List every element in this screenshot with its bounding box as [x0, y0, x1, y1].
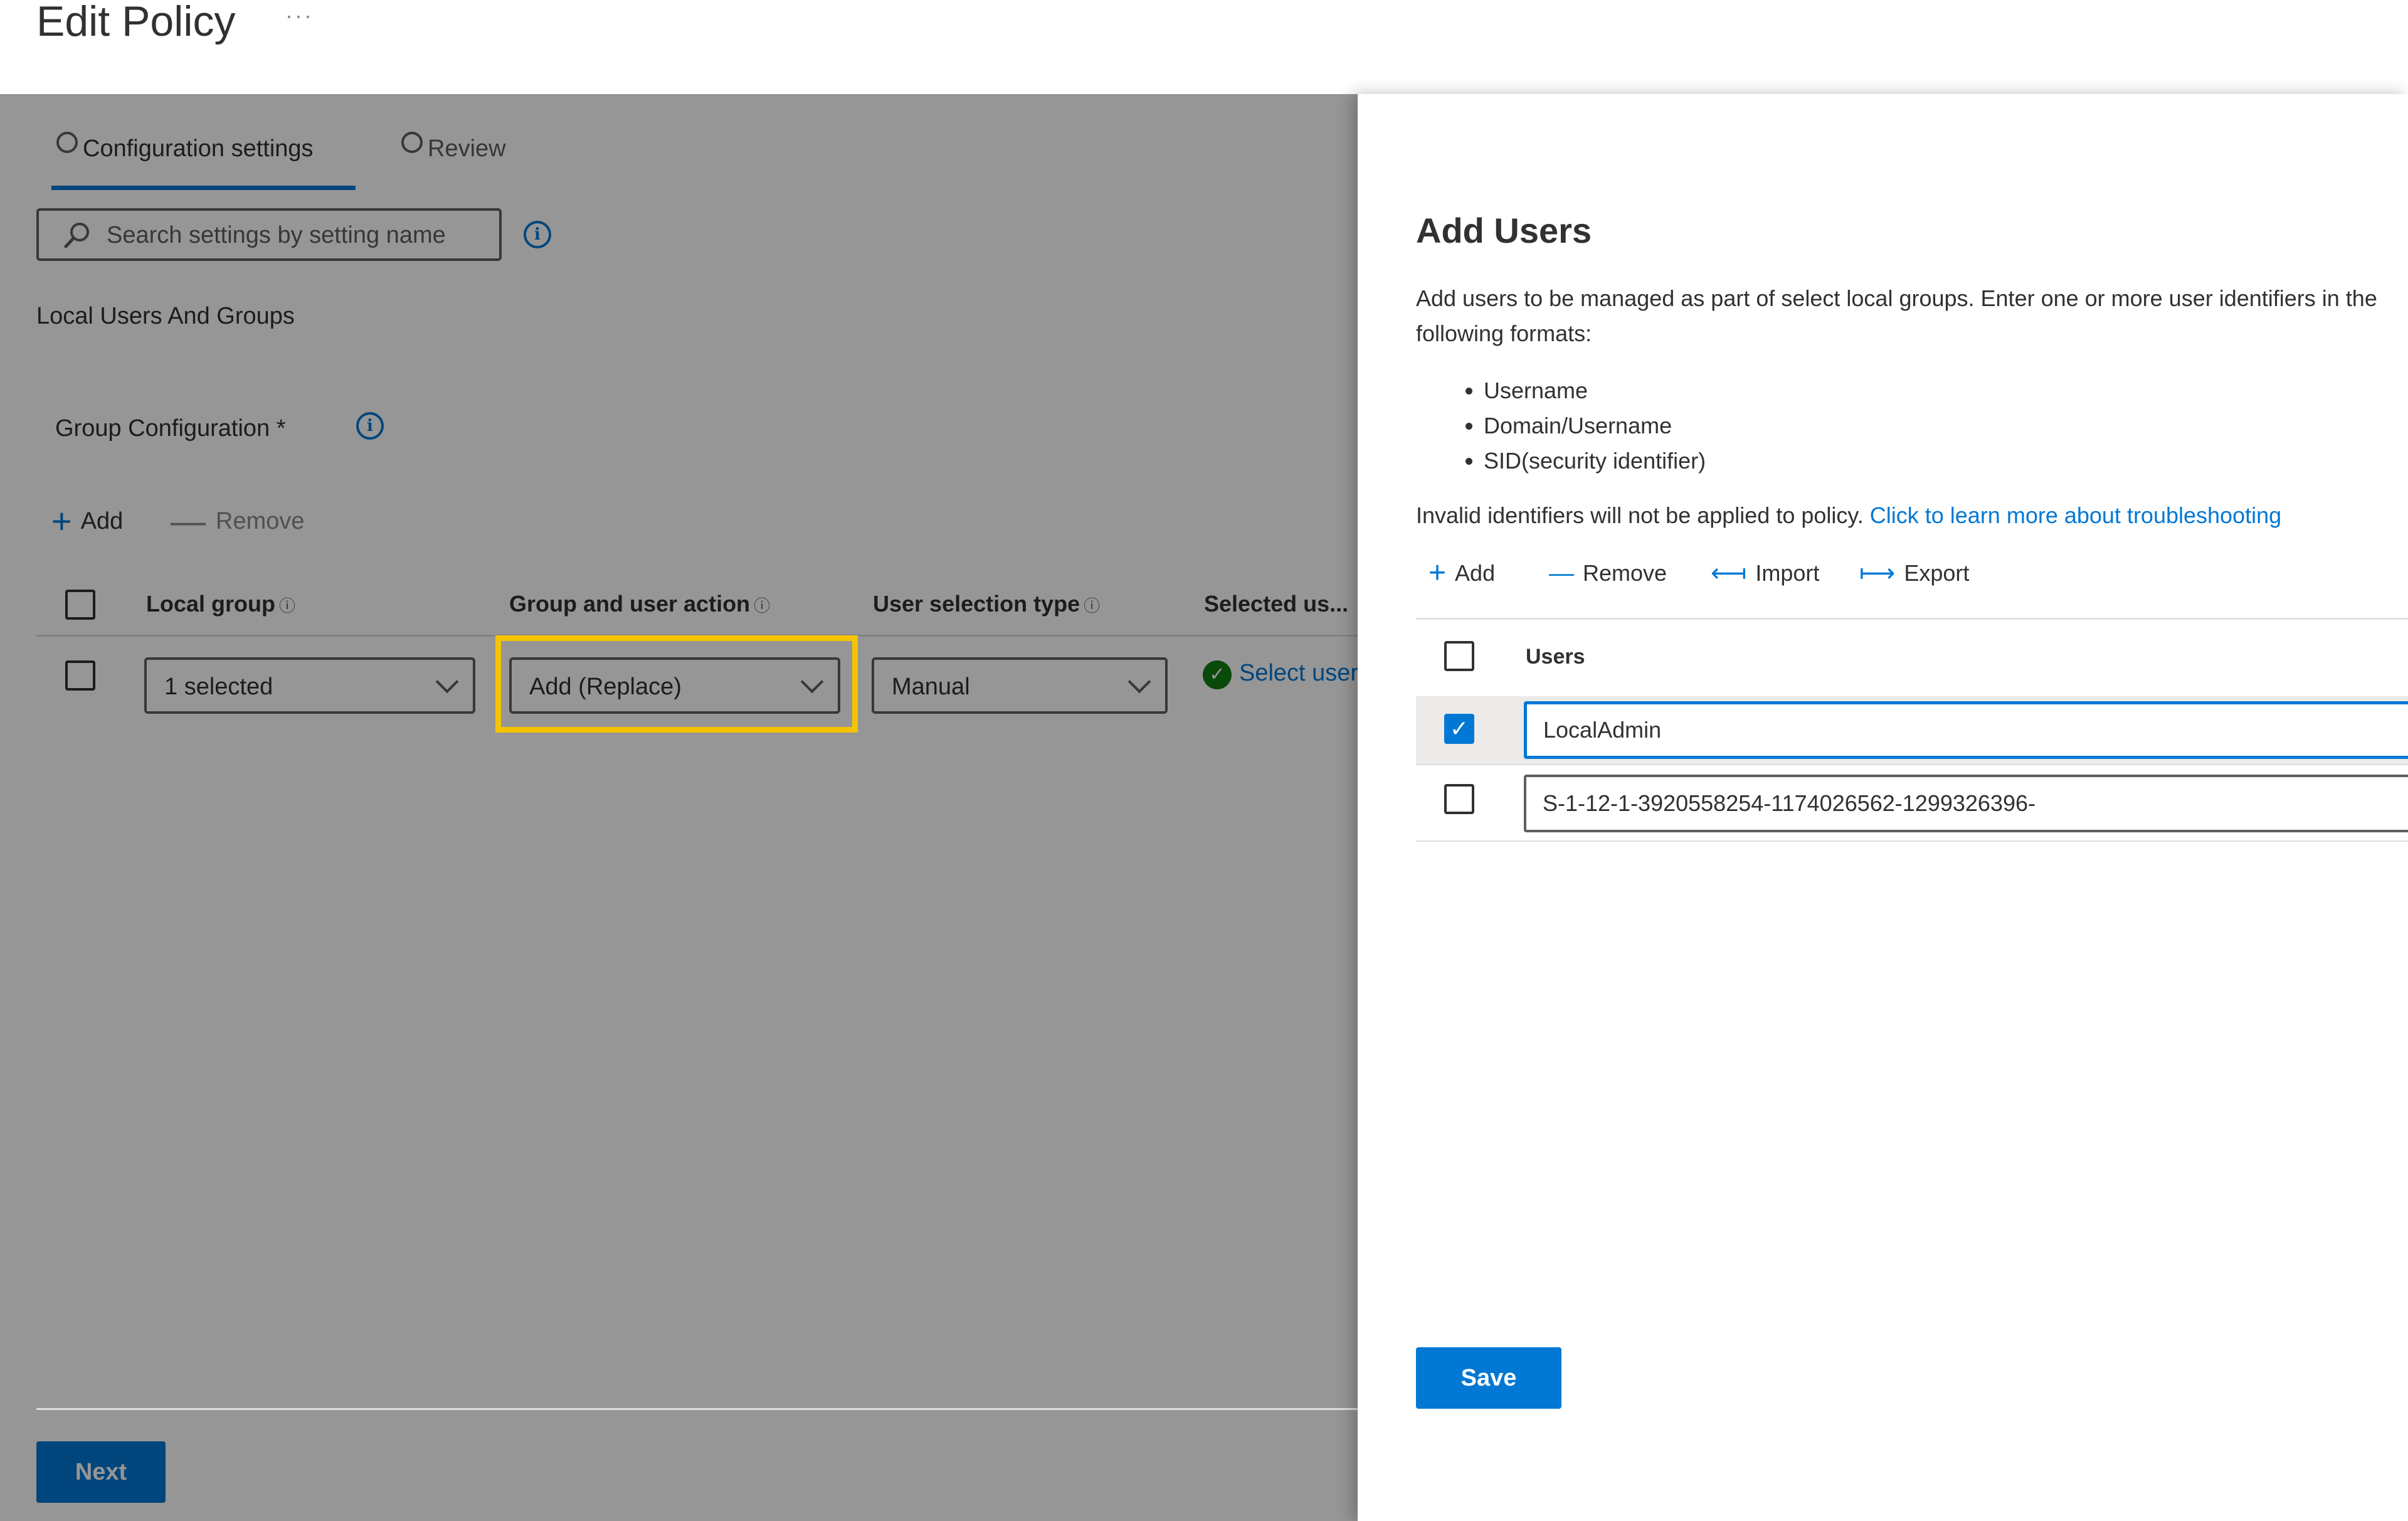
- section-label: Local Users And Groups: [36, 303, 295, 329]
- column-header-label: Selected us...: [1204, 591, 1349, 617]
- add-label: Add: [80, 507, 124, 534]
- highlight-box: [495, 635, 858, 733]
- panel-description: Add users to be managed as part of selec…: [1416, 285, 2377, 346]
- row-checkbox-checked[interactable]: ✓: [1444, 714, 1474, 744]
- main-blade: Configuration settings Review Search set…: [0, 94, 1358, 1521]
- save-button[interactable]: Save: [1416, 1347, 1561, 1409]
- row-checkbox[interactable]: [1444, 784, 1474, 814]
- local-group-dropdown[interactable]: 1 selected: [144, 657, 475, 714]
- panel-remove-label: Remove: [1583, 560, 1667, 586]
- tab-label: Review: [428, 135, 506, 162]
- remove-label: Remove: [216, 507, 305, 534]
- info-icon[interactable]: i: [524, 221, 551, 248]
- user-input[interactable]: [1524, 775, 2408, 832]
- column-header-local-group: Local group ⓘ: [146, 591, 295, 617]
- users-select-all-checkbox[interactable]: [1444, 641, 1474, 671]
- column-header-selected-users: Selected us...: [1204, 591, 1348, 617]
- remove-icon: —: [1549, 559, 1574, 587]
- panel-import-label: Import: [1755, 560, 1820, 586]
- divider: [1416, 618, 2408, 620]
- search-input[interactable]: Search settings by setting name: [36, 208, 502, 261]
- divider: [1416, 840, 2408, 842]
- radio-icon: [401, 132, 423, 153]
- add-button[interactable]: + Add: [51, 504, 123, 539]
- panel-import-button[interactable]: ⟻ Import: [1711, 558, 1819, 588]
- column-header-label: Group and user action: [509, 591, 751, 617]
- panel-add-label: Add: [1455, 560, 1496, 586]
- user-selection-type-dropdown[interactable]: Manual: [872, 657, 1168, 714]
- learn-more-link[interactable]: Click to learn more about troubleshootin…: [1870, 502, 2281, 528]
- more-icon[interactable]: ···: [285, 3, 314, 29]
- panel-add-button[interactable]: + Add: [1428, 558, 1495, 588]
- panel-remove-button[interactable]: — Remove: [1549, 558, 1667, 588]
- divider: [1416, 764, 2408, 765]
- list-item: SID(security identifier): [1484, 443, 1706, 479]
- divider: [36, 1408, 1358, 1410]
- invalid-identifiers-note: Invalid identifiers will not be applied …: [1416, 502, 2281, 529]
- info-icon[interactable]: ⓘ: [1084, 596, 1100, 615]
- select-users-link[interactable]: Select users: [1239, 660, 1358, 687]
- checkmark-icon: ✓: [1449, 716, 1469, 741]
- select-all-checkbox[interactable]: [65, 590, 95, 620]
- page-title: Edit Policy: [36, 0, 236, 45]
- info-icon[interactable]: i: [356, 412, 384, 440]
- panel-export-button[interactable]: ⟼ Export: [1859, 558, 1969, 588]
- column-header-label: Local group: [146, 591, 275, 617]
- list-item: Username: [1484, 373, 1706, 408]
- tab-label: Configuration settings: [83, 135, 314, 162]
- dropdown-value: Manual: [892, 674, 970, 700]
- column-header-group-user-action: Group and user action ⓘ: [509, 591, 770, 617]
- add-users-panel: Add Users Add users to be managed as par…: [1358, 94, 2408, 1521]
- remove-icon: —: [171, 501, 206, 541]
- chevron-down-icon: [1127, 670, 1151, 694]
- panel-title: Add Users: [1416, 211, 1592, 250]
- invalid-identifiers-text: Invalid identifiers will not be applied …: [1416, 502, 1864, 528]
- remove-button[interactable]: — Remove: [171, 504, 305, 539]
- user-input[interactable]: [1524, 701, 2408, 759]
- radio-icon: [56, 132, 78, 153]
- page-header: Edit Policy ···: [0, 0, 2408, 94]
- users-column-header: Users: [1526, 645, 1585, 669]
- column-header-user-selection-type: User selection type ⓘ: [873, 591, 1100, 617]
- formats-list: Username Domain/Username SID(security id…: [1416, 373, 1706, 479]
- list-item: Domain/Username: [1484, 408, 1706, 443]
- row-checkbox[interactable]: [65, 660, 95, 691]
- tab-review[interactable]: Review: [401, 132, 506, 188]
- export-icon: ⟼: [1859, 559, 1896, 587]
- panel-export-label: Export: [1904, 560, 1970, 586]
- dropdown-value: 1 selected: [164, 674, 273, 700]
- check-circle-icon: ✓: [1203, 660, 1232, 689]
- add-icon: +: [51, 501, 72, 541]
- search-icon: [64, 223, 89, 248]
- add-icon: +: [1428, 556, 1447, 590]
- search-placeholder: Search settings by setting name: [107, 222, 446, 248]
- column-header-label: User selection type: [873, 591, 1080, 617]
- info-icon[interactable]: ⓘ: [279, 596, 295, 615]
- info-icon[interactable]: ⓘ: [754, 596, 770, 615]
- group-configuration-label: Group Configuration *: [55, 415, 286, 442]
- import-icon: ⟻: [1711, 559, 1747, 587]
- tab-configuration-settings[interactable]: Configuration settings: [56, 132, 314, 188]
- next-button[interactable]: Next: [36, 1441, 166, 1503]
- chevron-down-icon: [435, 670, 459, 694]
- tab-underline: [51, 186, 356, 190]
